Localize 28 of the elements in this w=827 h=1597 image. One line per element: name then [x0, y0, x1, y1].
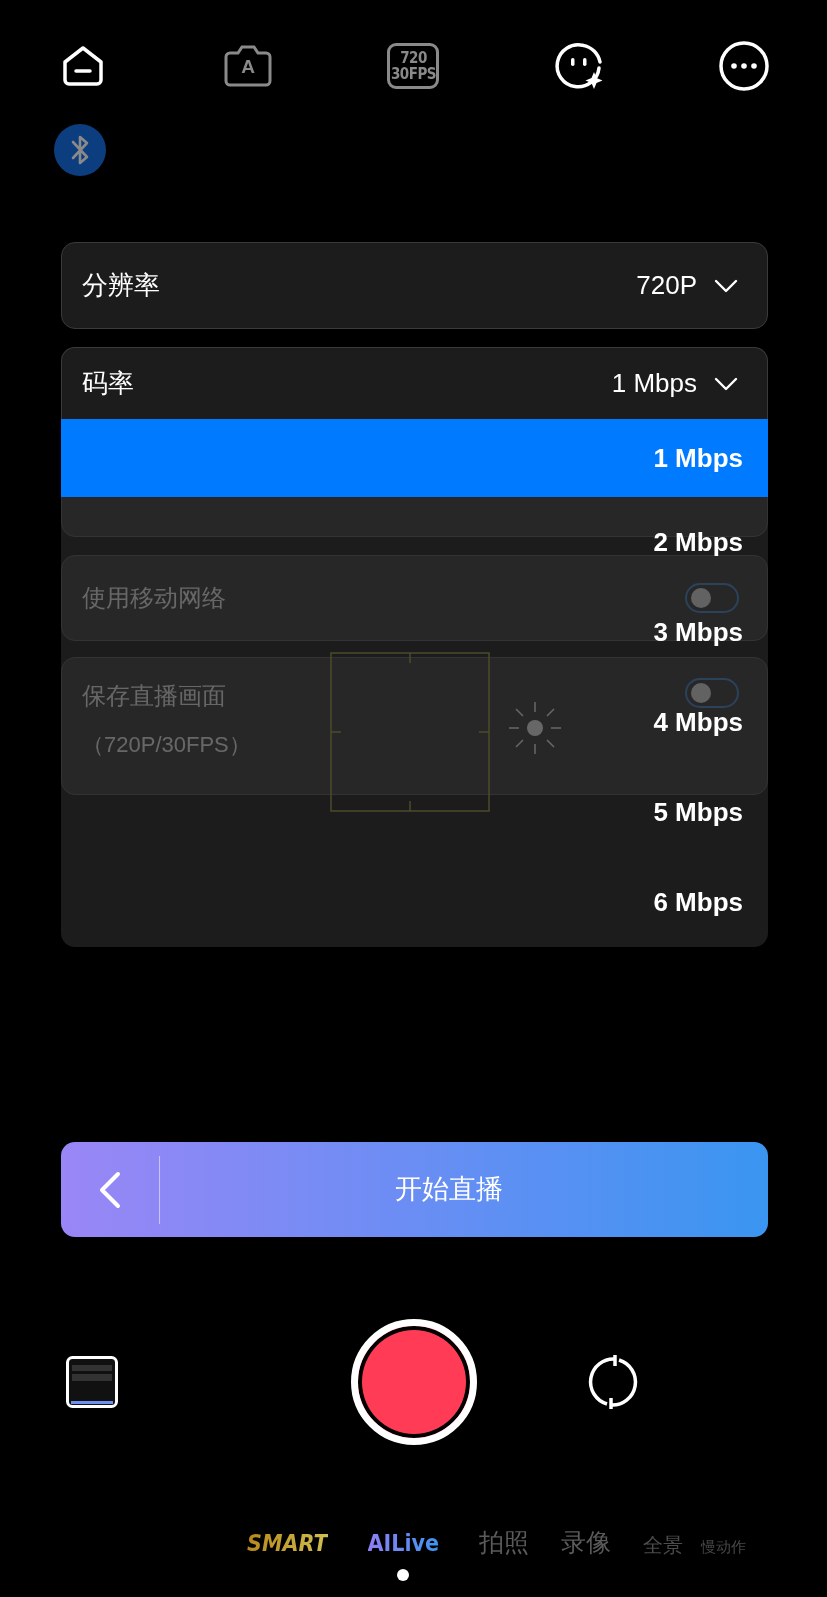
resolution-button[interactable]: 720 30FPS: [387, 43, 440, 89]
face-sparkle-icon[interactable]: [552, 40, 605, 92]
selected-mode-dot: [397, 1569, 410, 1581]
dropdown-option[interactable]: 2 Mbps: [653, 497, 768, 587]
setting-label: 保存直播画面: [82, 681, 227, 711]
back-icon[interactable]: [98, 1170, 122, 1209]
dropdown-option[interactable]: 6 Mbps: [653, 857, 768, 947]
dropdown-option[interactable]: 4 Mbps: [653, 677, 768, 767]
resolution-row[interactable]: 分辨率 720P: [61, 242, 768, 329]
setting-label: 使用移动网络: [82, 583, 226, 613]
bitrate-row[interactable]: 码率 1 Mbps: [61, 347, 768, 419]
setting-value: 720P: [636, 269, 697, 302]
setting-note: （720P/30FPS）: [82, 731, 251, 759]
toggle-switch[interactable]: [685, 678, 739, 708]
gallery-thumbnail[interactable]: [66, 1356, 118, 1408]
setting-label: 分辨率: [82, 269, 160, 302]
chevron-down-icon: [713, 277, 739, 294]
bluetooth-icon[interactable]: [54, 124, 106, 176]
dropdown-option[interactable]: 1 Mbps: [61, 419, 768, 497]
setting-value: 1 Mbps: [611, 367, 697, 400]
setting-label: 码率: [82, 367, 134, 400]
toggle-switch[interactable]: [685, 583, 739, 613]
focus-frame-icon: [330, 652, 490, 812]
sun-icon: [507, 700, 563, 756]
camera-mode-button[interactable]: A: [222, 43, 275, 89]
dropdown-option[interactable]: 3 Mbps: [653, 587, 768, 677]
dropdown-option[interactable]: 5 Mbps: [653, 767, 768, 857]
more-icon[interactable]: [718, 40, 771, 92]
